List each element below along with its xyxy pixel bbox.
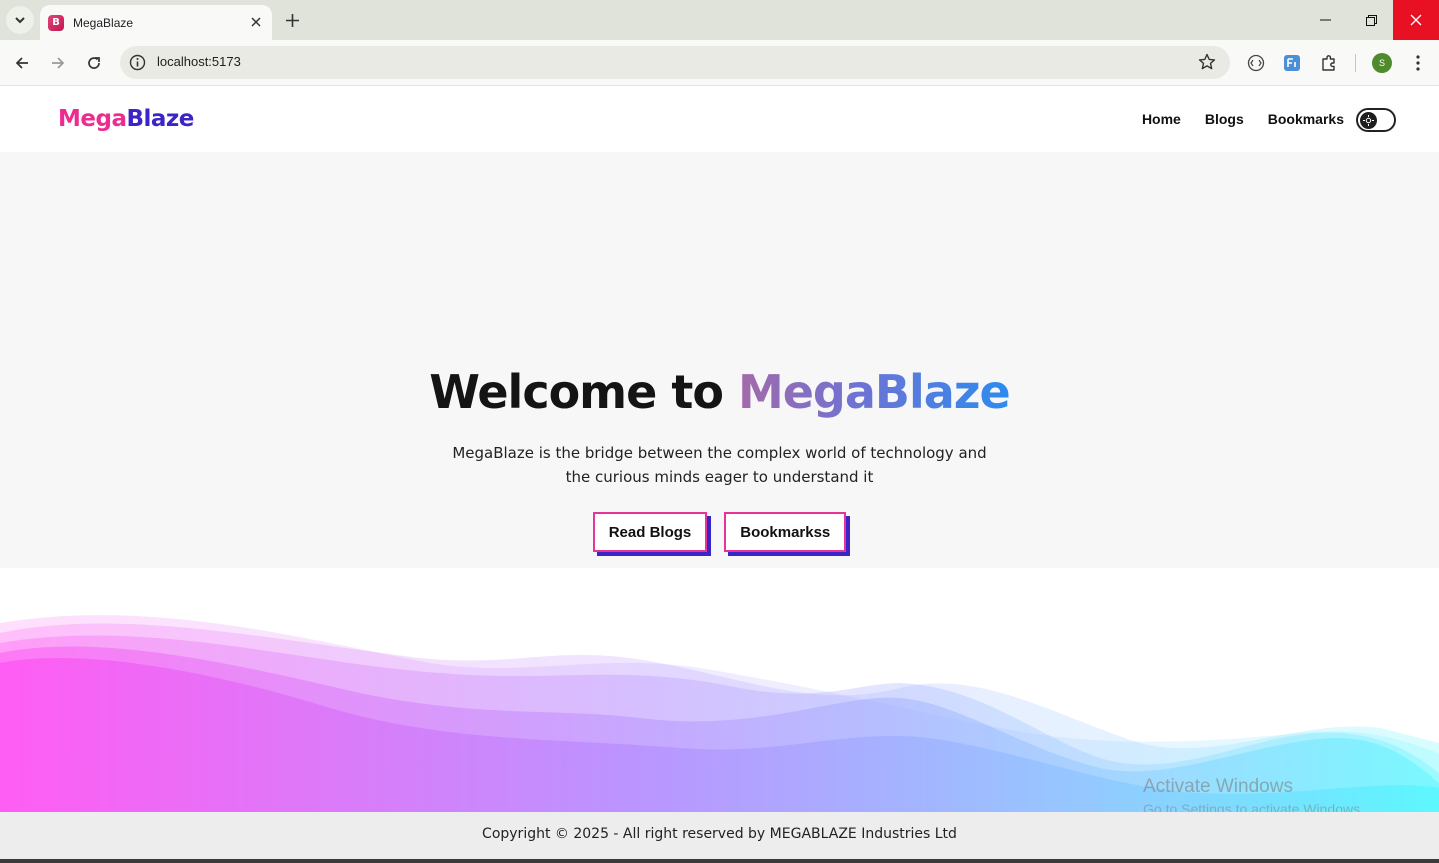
tab-title: MegaBlaze [73, 15, 134, 30]
url-text[interactable]: localhost:5173 [157, 54, 241, 69]
close-icon[interactable] [248, 14, 264, 30]
profile-avatar[interactable]: S [1372, 53, 1392, 73]
logo-part-blaze: Blaze [126, 106, 194, 132]
translate-icon[interactable] [1281, 52, 1303, 74]
read-blogs-button[interactable]: Read Blogs [592, 512, 708, 552]
nav-blogs[interactable]: Blogs [1205, 111, 1244, 127]
hero-title-brand: MegaBlaze [737, 365, 1011, 419]
bookmark-star-icon[interactable] [1198, 53, 1216, 71]
copyright-text: Copyright © 2025 - All right reserved by… [482, 826, 957, 842]
hero-section: Welcome to MegaBlaze MegaBlaze is the br… [0, 152, 1439, 568]
hero-description-line1: MegaBlaze is the bridge between the comp… [452, 444, 987, 462]
menu-dots-icon[interactable] [1407, 52, 1429, 74]
site-logo[interactable]: MegaBlaze [58, 106, 194, 132]
favicon-icon: B [48, 14, 64, 31]
browser-tab[interactable]: B MegaBlaze [40, 5, 272, 40]
hero-title: Welcome to MegaBlaze [0, 365, 1439, 419]
back-icon[interactable] [8, 49, 36, 77]
theme-toggle[interactable] [1356, 108, 1396, 132]
activate-windows-title: Activate Windows [1143, 776, 1293, 797]
bookmarks-button[interactable]: Bookmarkss [724, 512, 847, 552]
hero-description: MegaBlaze is the bridge between the comp… [0, 441, 1439, 489]
taskbar-edge [0, 859, 1439, 863]
address-bar[interactable]: localhost:5173 [120, 46, 1230, 79]
site-info-icon[interactable] [129, 54, 146, 71]
new-tab-icon[interactable] [281, 9, 303, 31]
logo-part-mega: Mega [58, 106, 127, 132]
nav-home[interactable]: Home [1142, 111, 1181, 127]
browser-toolbar: localhost:5173 [0, 40, 1439, 86]
nav-bookmarks[interactable]: Bookmarks [1268, 111, 1344, 127]
reload-icon[interactable] [80, 49, 108, 77]
restore-icon[interactable] [1348, 0, 1394, 40]
browser-tab-bar: B MegaBlaze [0, 0, 1439, 40]
minimize-icon[interactable] [1302, 0, 1348, 40]
window-close-icon[interactable] [1393, 0, 1439, 40]
site-navbar: MegaBlaze Home Blogs Bookmarks [0, 87, 1439, 152]
tab-search-icon[interactable] [6, 6, 34, 34]
hero-buttons: Read Blogs Bookmarkss [0, 512, 1439, 552]
nav-links: Home Blogs Bookmarks [1142, 111, 1344, 127]
sun-icon [1360, 112, 1377, 129]
site-footer: Copyright © 2025 - All right reserved by… [0, 812, 1439, 863]
extension-icon[interactable] [1245, 52, 1267, 74]
toolbar-separator [1355, 54, 1356, 72]
hero-title-prefix: Welcome to [429, 365, 738, 419]
puzzle-icon[interactable] [1318, 52, 1340, 74]
forward-icon[interactable] [44, 49, 72, 77]
hero-description-line2: the curious minds eager to understand it [565, 468, 874, 486]
